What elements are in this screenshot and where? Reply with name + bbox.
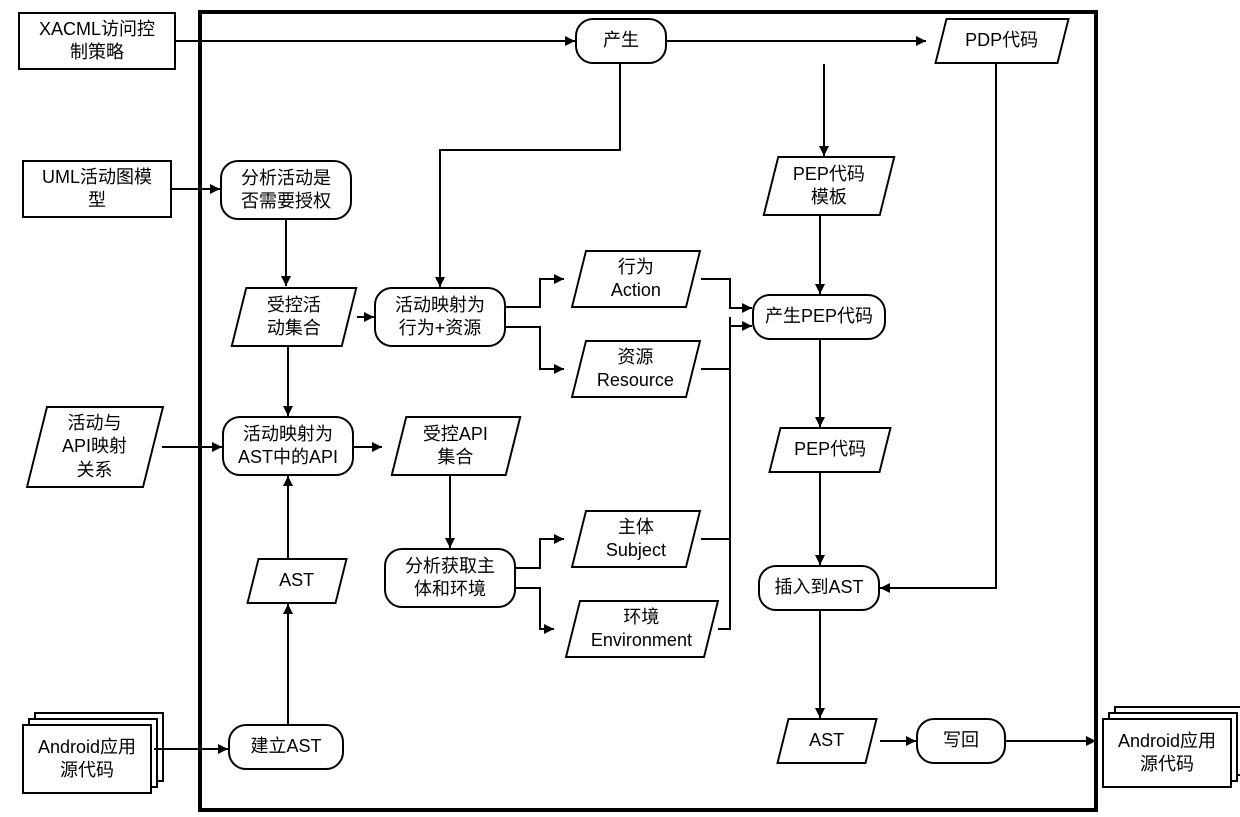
data-pdp-code: PDP代码	[934, 18, 1069, 64]
process-analyze-auth: 分析活动是 否需要授权	[220, 160, 352, 220]
input-src-stack: Android应用 源代码	[22, 712, 164, 794]
input-uml: UML活动图模 型	[22, 160, 172, 218]
process-map-behavior: 活动映射为 行为+资源	[374, 287, 506, 347]
data-controlled-activity: 受控活 动集合	[231, 287, 358, 347]
main-frame	[198, 10, 1098, 812]
data-ast-1: AST	[246, 558, 347, 604]
data-resource: 资源 Resource	[571, 340, 701, 398]
data-pep-template: PEP代码 模板	[763, 156, 896, 216]
data-environment: 环境 Environment	[565, 600, 719, 658]
process-gen-pep: 产生PEP代码	[752, 294, 886, 340]
diagram-canvas: XACML访问控 制策略 UML活动图模 型 活动与 API映射 关系 Andr…	[0, 0, 1240, 817]
process-write-back: 写回	[916, 718, 1006, 764]
process-map-ast-api: 活动映射为 AST中的API	[222, 416, 354, 476]
output-src-stack: Android应用 源代码	[1102, 706, 1240, 788]
process-insert-ast: 插入到AST	[758, 565, 880, 611]
input-mapping: 活动与 API映射 关系	[26, 406, 164, 488]
process-generate: 产生	[575, 18, 667, 64]
input-xacml: XACML访问控 制策略	[18, 12, 176, 70]
data-ast-2: AST	[776, 718, 877, 764]
data-controlled-api: 受控API 集合	[391, 416, 522, 476]
process-analyze-subject: 分析获取主 体和环境	[384, 548, 516, 608]
data-pep-code: PEP代码	[768, 427, 891, 473]
data-subject: 主体 Subject	[571, 510, 701, 568]
process-build-ast: 建立AST	[228, 724, 344, 770]
data-action: 行为 Action	[571, 250, 701, 308]
